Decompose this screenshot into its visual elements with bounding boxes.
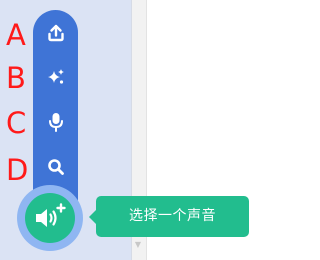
record-sound-button[interactable] [33,103,78,141]
microphone-icon [48,113,63,132]
upload-sound-button[interactable] [33,14,78,52]
scroll-down-arrow[interactable]: ▼ [133,240,143,250]
annotation-label-b: B [6,61,26,95]
choose-sound-tooltip: 选择一个声音 [96,196,249,237]
choose-sound-button[interactable] [25,193,75,243]
annotation-label-c: C [6,106,27,140]
sound-picker-root: ▼ A B C D 选择一个声音 [0,0,291,260]
search-sound-button[interactable] [33,148,78,186]
surprise-sound-button[interactable] [33,58,78,96]
tooltip-arrow [89,210,96,224]
add-sound-icon [36,203,66,227]
search-icon [47,159,64,175]
annotation-label-a: A [6,18,26,52]
annotation-label-d: D [6,153,29,187]
sparkle-icon [47,69,64,84]
upload-icon [47,24,64,42]
